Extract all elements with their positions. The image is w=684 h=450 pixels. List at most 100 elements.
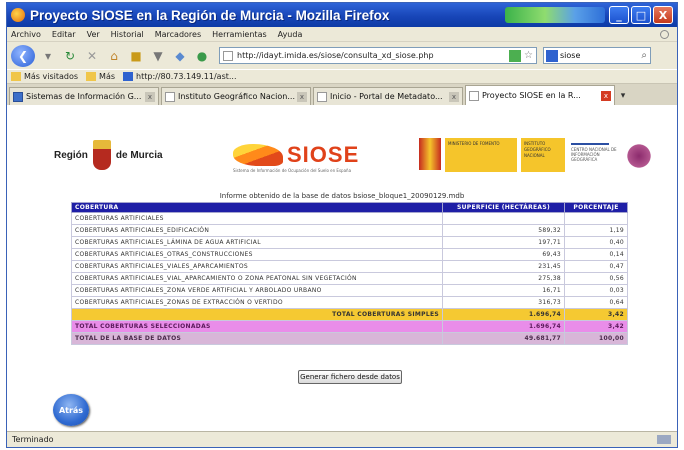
table-row: COBERTURAS ARTIFICIALES <box>71 212 628 225</box>
tab-close-icon[interactable]: x <box>449 91 459 102</box>
browser-window: Proyecto SIOSE en la Región de Murcia - … <box>6 2 678 448</box>
menu-marcadores[interactable]: Marcadores <box>155 30 201 39</box>
menu-ver[interactable]: Ver <box>87 30 100 39</box>
star-icon[interactable]: ☆ <box>524 50 533 61</box>
total-superficie: 1.696,74 <box>442 308 565 321</box>
tab-close-icon[interactable]: x <box>601 90 611 101</box>
superficie-cell: 589,32 <box>442 224 565 237</box>
bookmark-link[interactable]: http://80.73.149.11/ast... <box>123 72 237 81</box>
addon2-icon[interactable]: ● <box>194 48 210 64</box>
search-value[interactable]: siose <box>560 51 641 60</box>
forward-dropdown-icon[interactable]: ▾ <box>40 48 56 64</box>
total-simple-row: TOTAL COBERTURAS SIMPLES 1.696,74 3,42 <box>71 308 628 321</box>
addon-icon[interactable]: ◆ <box>172 48 188 64</box>
reload-icon[interactable]: ↻ <box>62 48 78 64</box>
filter-icon[interactable]: ▼ <box>150 48 166 64</box>
tab-label: Proyecto SIOSE en la R... <box>482 91 581 100</box>
bookmark-mas-visitados[interactable]: Más visitados <box>11 72 78 81</box>
logo-text-region: Región <box>54 149 88 161</box>
porcentaje-cell: 0,56 <box>564 272 628 285</box>
menu-bar: Archivo Editar Ver Historial Marcadores … <box>7 27 677 42</box>
tab-proyecto-siose[interactable]: Proyecto SIOSE en la R... x <box>465 85 615 105</box>
url-bar[interactable]: http://idayt.imida.es/siose/consulta_xd_… <box>219 47 537 64</box>
cnig-text: CENTRO NACIONAL DE INFORMACIÓN GEOGRÁFIC… <box>571 147 617 162</box>
total-label: TOTAL COBERTURAS SELECCIONADAS <box>71 320 443 333</box>
status-bar: Terminado <box>7 431 677 447</box>
table-row: COBERTURAS ARTIFICIALES_ZONA VERDE ARTIF… <box>71 284 628 297</box>
search-input[interactable]: siose ⌕ <box>543 47 651 64</box>
bookmarks-bar: Más visitados Más http://80.73.149.11/as… <box>7 69 677 84</box>
table-row: COBERTURAS ARTIFICIALES_VIALES_APARCAMIE… <box>71 260 628 273</box>
cobertura-cell: COBERTURAS ARTIFICIALES_VIAL_APARCAMIENT… <box>71 272 443 285</box>
menu-ayuda[interactable]: Ayuda <box>278 30 303 39</box>
report-title: Informe obtenido de la base de datos bsi… <box>219 192 465 200</box>
total-porcentaje: 3,42 <box>564 308 628 321</box>
superficie-cell: 69,43 <box>442 248 565 261</box>
spain-shield-icon <box>419 138 441 170</box>
maximize-button[interactable]: □ <box>631 6 651 24</box>
ign-logo: INSTITUTO GEOGRÁFICO NACIONAL <box>521 138 565 172</box>
siose-logo: SIOSE Sistema de Información de Ocupació… <box>233 142 360 173</box>
menu-archivo[interactable]: Archivo <box>11 30 41 39</box>
tab-label: Sistemas de Información G... <box>26 92 142 101</box>
back-arrow-icon[interactable]: ❮ <box>11 44 35 67</box>
firefox-icon <box>11 8 25 22</box>
search-icon[interactable]: ⌕ <box>641 50 647 61</box>
menu-historial[interactable]: Historial <box>111 30 144 39</box>
table-header-row: COBERTURA SUPERFICIE (HECTÁREAS) PORCENT… <box>71 202 628 213</box>
porcentaje-cell: 0,40 <box>564 236 628 249</box>
cobertura-cell: COBERTURAS ARTIFICIALES <box>71 212 443 225</box>
page-icon <box>223 50 233 61</box>
total-superficie: 49.681,77 <box>442 332 565 345</box>
tab-favicon <box>13 91 23 102</box>
total-porcentaje: 100,00 <box>564 332 628 345</box>
cobertura-cell: COBERTURAS ARTIFICIALES_LÁMINA DE AGUA A… <box>71 236 443 249</box>
cnig-logo: CENTRO NACIONAL DE INFORMACIÓN GEOGRÁFIC… <box>571 141 621 169</box>
porcentaje-cell: 0,03 <box>564 284 628 297</box>
tab-close-icon[interactable]: x <box>297 91 307 102</box>
superficie-cell: 231,45 <box>442 260 565 273</box>
tab-sistemas[interactable]: Sistemas de Información G... x <box>9 87 159 105</box>
go-icon[interactable] <box>509 49 522 62</box>
superficie-cell: 197,71 <box>442 236 565 249</box>
superficie-cell: 275,38 <box>442 272 565 285</box>
column-header: COBERTURA <box>71 202 443 213</box>
tab-metadatos[interactable]: Inicio - Portal de Metadato... x <box>313 87 463 105</box>
tab-ign[interactable]: Instituto Geográfico Nacion... x <box>161 87 311 105</box>
table-row: COBERTURAS ARTIFICIALES_VIAL_APARCAMIENT… <box>71 272 628 285</box>
bookmark-label: Más visitados <box>24 72 79 81</box>
home-icon[interactable]: ⌂ <box>106 48 122 64</box>
region-murcia-logo: Región de Murcia <box>54 140 163 170</box>
menu-herramientas[interactable]: Herramientas <box>212 30 267 39</box>
total-database-row: TOTAL DE LA BASE DE DATOS 49.681,77 100,… <box>71 332 628 345</box>
generate-file-button[interactable]: Generar fichero desde datos <box>298 370 402 384</box>
close-button[interactable]: X <box>653 6 673 24</box>
siose-wordmark: SIOSE <box>287 142 360 167</box>
cobertura-cell: COBERTURAS ARTIFICIALES_EDIFICACIÓN <box>71 224 443 237</box>
back-button[interactable]: Atrás <box>53 394 89 426</box>
column-header: PORCENTAJE <box>564 202 628 213</box>
bookmarks-icon[interactable]: ■ <box>128 48 144 64</box>
tab-favicon <box>317 91 327 102</box>
status-text: Terminado <box>12 435 54 444</box>
table-row: COBERTURAS ARTIFICIALES_LÁMINA DE AGUA A… <box>71 236 628 249</box>
menu-editar[interactable]: Editar <box>52 30 76 39</box>
tab-list-icon[interactable]: ▾ <box>617 87 629 105</box>
total-selected-row: TOTAL COBERTURAS SELECCIONADAS 1.696,74 … <box>71 320 628 333</box>
minimize-button[interactable]: _ <box>609 6 629 24</box>
stop-icon[interactable]: ✕ <box>84 48 100 64</box>
porcentaje-cell: 0,14 <box>564 248 628 261</box>
header-logos: Región de Murcia SIOSE Sistema de Inform… <box>7 135 677 175</box>
superficie-cell <box>442 212 565 225</box>
page-content: Región de Murcia SIOSE Sistema de Inform… <box>7 105 677 431</box>
ministry-logo: MINISTERIO DE FOMENTO <box>419 138 517 172</box>
cobertura-cell: COBERTURAS ARTIFICIALES_VIALES_APARCAMIE… <box>71 260 443 273</box>
search-engine-icon[interactable] <box>546 49 558 62</box>
url-text[interactable]: http://idayt.imida.es/siose/consulta_xd_… <box>237 51 509 60</box>
window-title: Proyecto SIOSE en la Región de Murcia - … <box>30 7 390 23</box>
porcentaje-cell: 1,19 <box>564 224 628 237</box>
superficie-cell: 16,71 <box>442 284 565 297</box>
tab-close-icon[interactable]: x <box>145 91 155 102</box>
status-addon-icon[interactable] <box>657 435 671 444</box>
bookmark-mas[interactable]: Más <box>86 72 115 81</box>
